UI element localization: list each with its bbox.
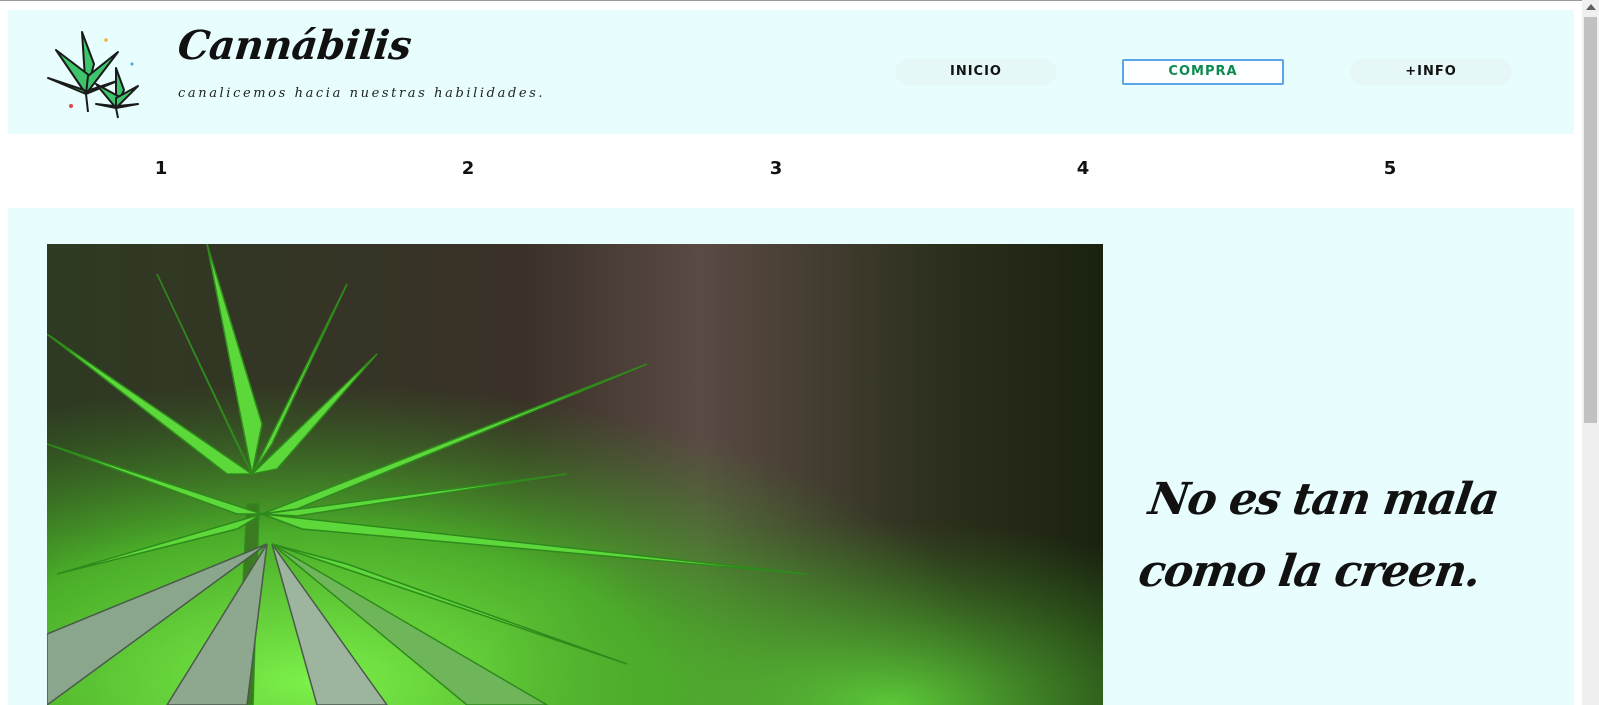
cannabis-plant-photo	[47, 244, 1103, 705]
scroll-up-arrow-icon[interactable]	[1586, 4, 1596, 10]
cannabis-leaf-logo-icon[interactable]	[46, 24, 146, 124]
section-number-strip: 1 2 3 4 5	[8, 134, 1574, 208]
section-link-1[interactable]: 1	[141, 158, 181, 179]
hero-section: No es tan mala como la creen.	[8, 208, 1574, 705]
scroll-thumb[interactable]	[1584, 17, 1597, 423]
hero-quote-line-1: No es tan mala	[1145, 474, 1502, 525]
nav-compra-button[interactable]: COMPRA	[1122, 59, 1284, 85]
section-link-3[interactable]: 3	[756, 158, 796, 179]
section-link-4[interactable]: 4	[1063, 158, 1103, 179]
section-link-2[interactable]: 2	[448, 158, 488, 179]
hero-quote-line-2: como la creen.	[1135, 546, 1483, 597]
nav-info-button[interactable]: +INFO	[1350, 59, 1512, 85]
nav-inicio-button[interactable]: INICIO	[895, 59, 1057, 85]
section-link-5[interactable]: 5	[1370, 158, 1410, 179]
brand-tagline: canalicemos hacia nuestras habilidades.	[178, 86, 546, 101]
vertical-scrollbar[interactable]	[1582, 0, 1599, 705]
window-top-border	[0, 0, 1599, 1]
brand-title[interactable]: Cannábilis	[176, 22, 414, 69]
hero-quote: No es tan mala como la creen.	[1134, 464, 1554, 608]
site-header: Cannábilis canalicemos hacia nuestras ha…	[8, 10, 1574, 134]
